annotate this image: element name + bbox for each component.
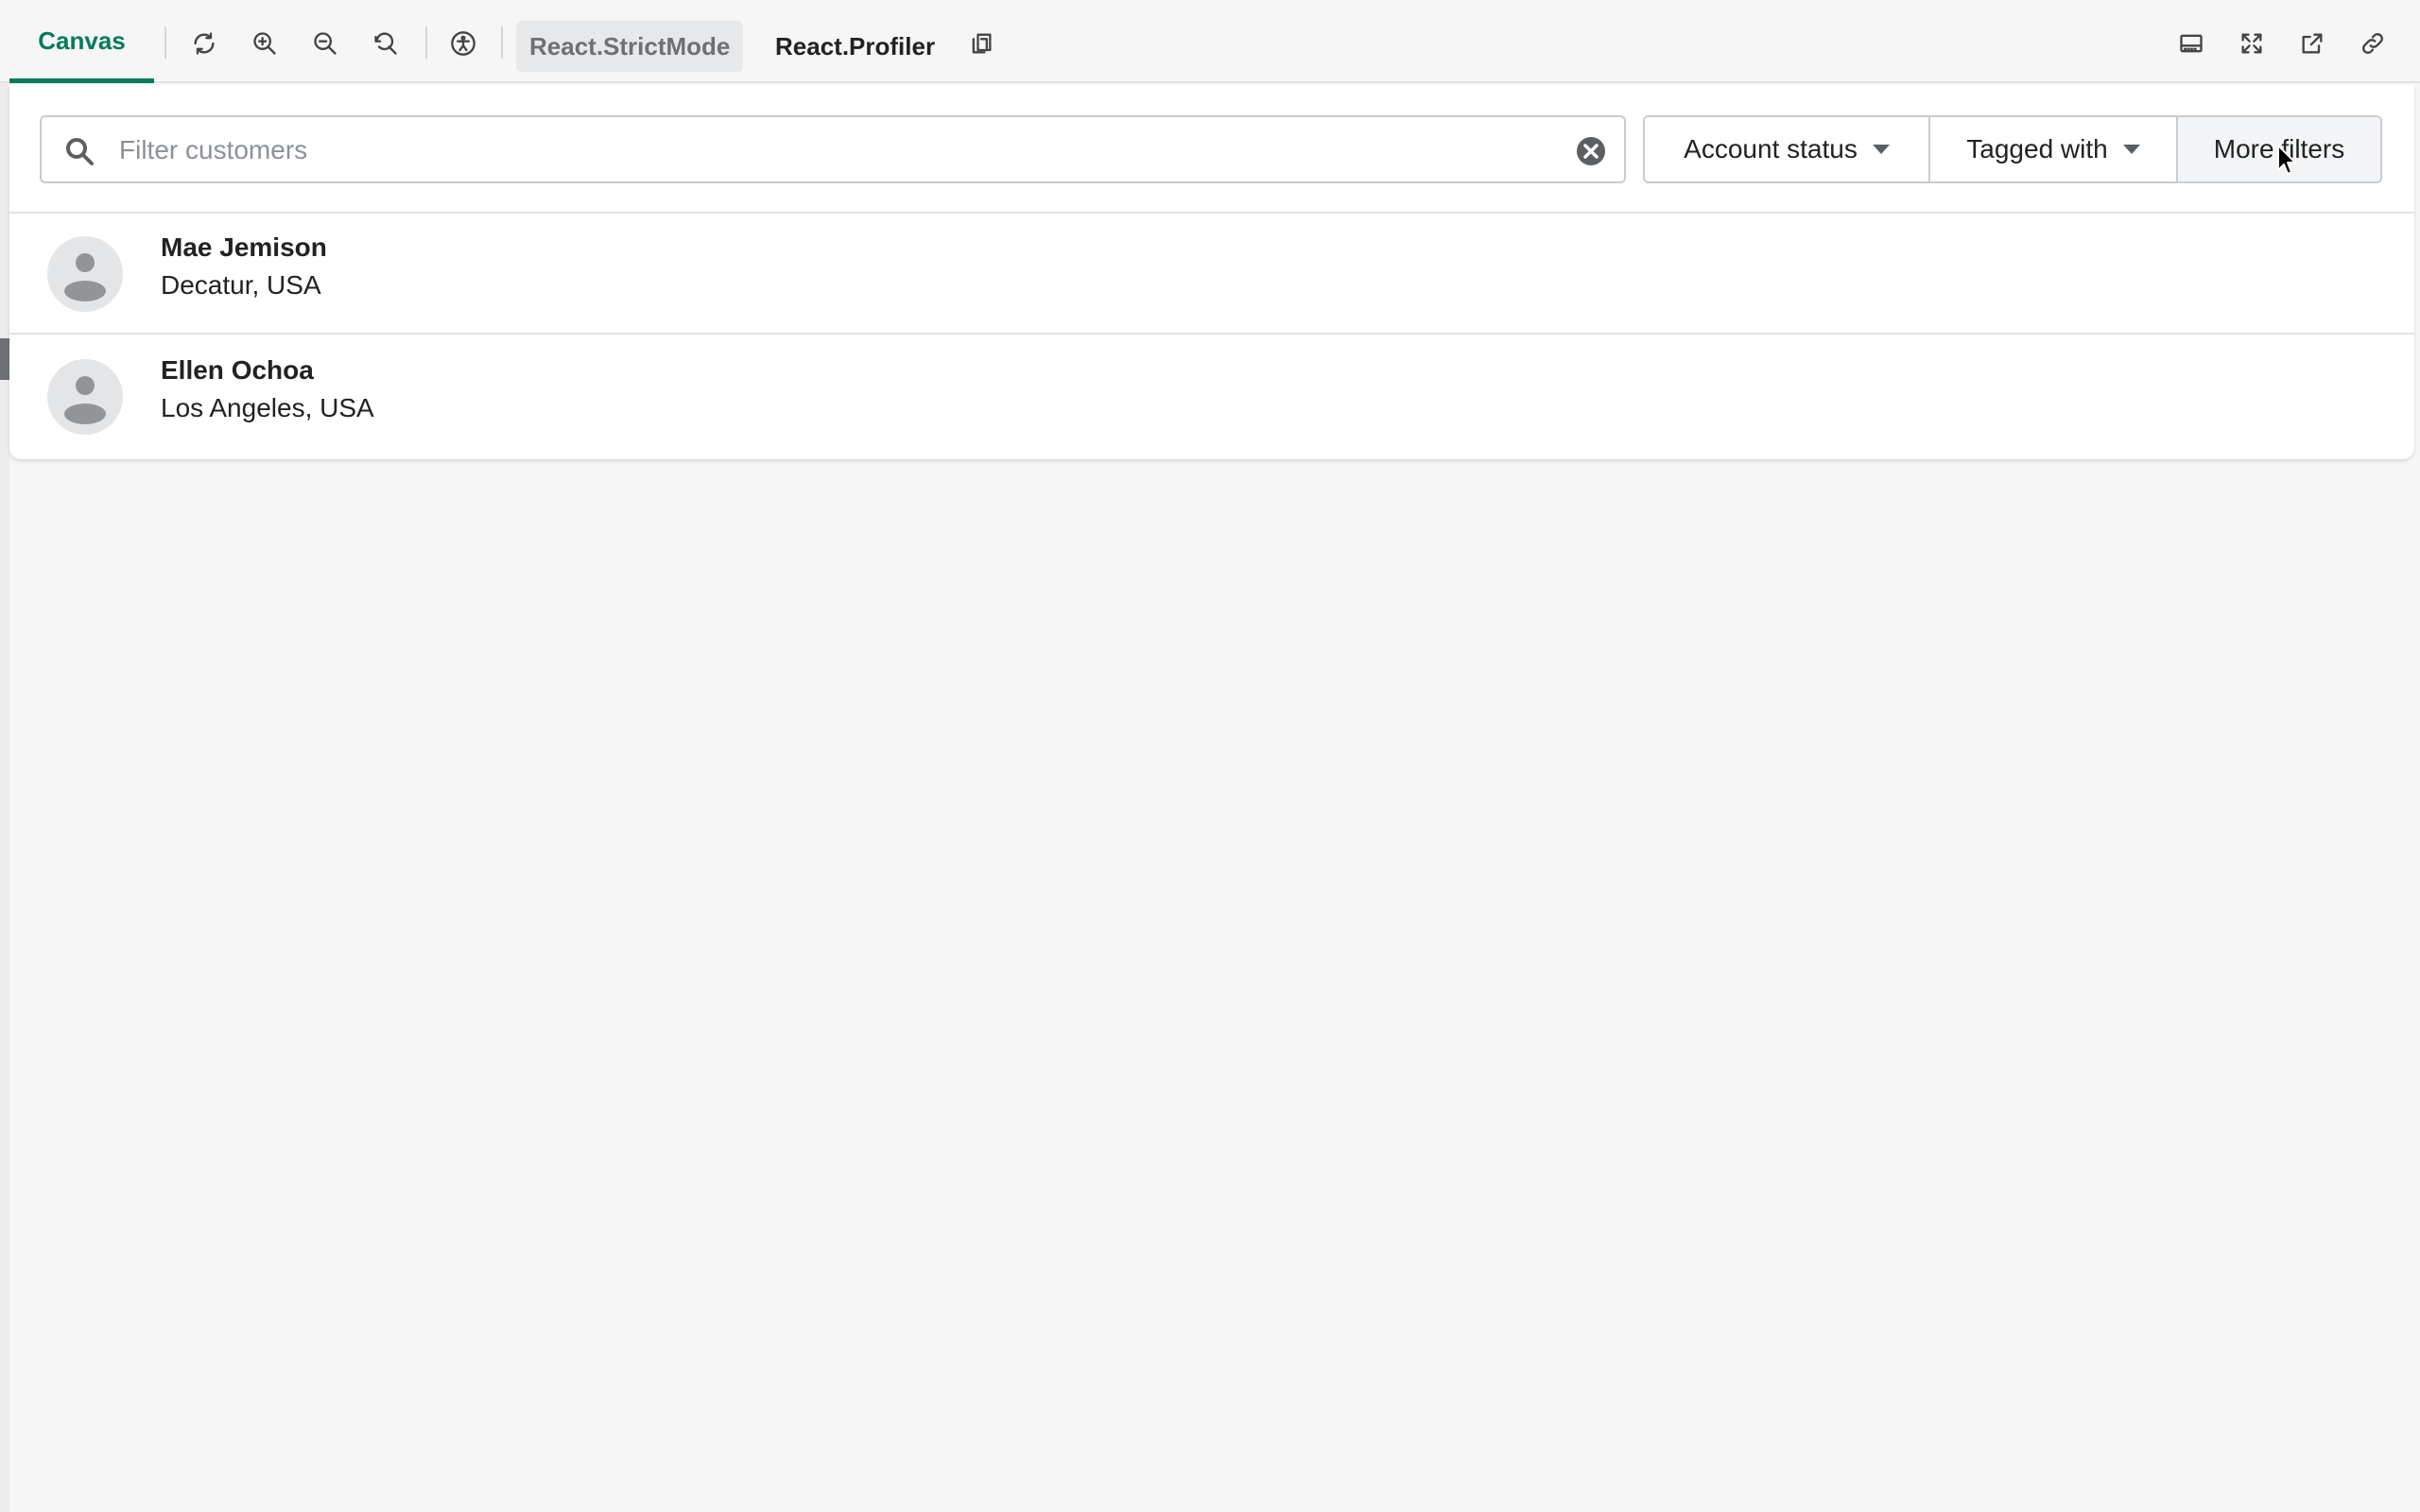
toolbar-divider — [164, 26, 166, 59]
fullscreen-icon — [2241, 33, 2262, 54]
search-icon — [64, 136, 95, 166]
refresh-button[interactable] — [185, 25, 223, 62]
zoom-in-icon — [253, 32, 276, 55]
person-icon — [64, 253, 106, 301]
outline-icon — [972, 33, 992, 54]
avatar — [47, 359, 123, 435]
accessibility-icon — [451, 31, 475, 56]
customer-list-card: Account status Tagged with More filters … — [9, 85, 2414, 459]
refresh-icon — [194, 32, 215, 55]
customer-name: Ellen Ochoa — [161, 355, 314, 385]
filter-bar: Account status Tagged with More filters — [9, 85, 2414, 214]
caret-down-icon — [2122, 145, 2140, 154]
outline-button[interactable] — [962, 25, 1000, 62]
tagged-with-label: Tagged with — [1966, 134, 2108, 163]
tagged-with-filter-button[interactable]: Tagged with — [1928, 117, 2176, 181]
toggle-panel-button[interactable] — [2172, 25, 2210, 62]
account-status-label: Account status — [1684, 134, 1858, 163]
customer-name: Mae Jemison — [161, 232, 327, 262]
accessibility-button[interactable] — [444, 25, 482, 62]
zoom-in-button[interactable] — [246, 25, 284, 62]
customer-location: Los Angeles, USA — [161, 393, 374, 422]
caret-down-icon — [1872, 145, 1890, 154]
left-edge-strip — [0, 0, 9, 1512]
customer-list-item[interactable]: Ellen Ochoa Los Angeles, USA — [9, 336, 2414, 457]
copy-link-button[interactable] — [2354, 25, 2392, 62]
reset-zoom-icon — [374, 32, 397, 55]
toolbar-divider — [425, 26, 427, 59]
tab-canvas[interactable]: Canvas — [9, 0, 154, 83]
open-new-tab-icon — [2302, 33, 2323, 54]
storybook-toolbar: Canvas React.StrictMode React.Profiler — [0, 0, 2420, 83]
react-strictmode-toggle[interactable]: React.StrictMode — [516, 21, 744, 72]
search-field[interactable] — [40, 115, 1626, 183]
filter-button-group: Account status Tagged with More filters — [1643, 115, 2382, 183]
link-icon — [2362, 33, 2383, 54]
clear-search-icon[interactable] — [1575, 135, 1607, 167]
fullscreen-button[interactable] — [2233, 25, 2271, 62]
toolbar-divider — [501, 26, 503, 59]
customer-location: Decatur, USA — [161, 270, 321, 300]
search-input[interactable] — [117, 127, 1554, 174]
account-status-filter-button[interactable]: Account status — [1645, 117, 1928, 181]
mouse-cursor-icon — [2276, 144, 2297, 176]
open-new-tab-button[interactable] — [2293, 25, 2331, 62]
avatar — [47, 236, 123, 312]
zoom-out-button[interactable] — [306, 25, 344, 62]
person-icon — [64, 376, 106, 424]
panel-bottom-icon — [2180, 34, 2203, 53]
react-profiler-toggle[interactable]: React.Profiler — [762, 21, 948, 72]
resize-handle[interactable] — [0, 338, 9, 380]
customer-list-item[interactable]: Mae Jemison Decatur, USA — [9, 214, 2414, 335]
zoom-out-icon — [314, 32, 337, 55]
reset-zoom-button[interactable] — [367, 25, 405, 62]
